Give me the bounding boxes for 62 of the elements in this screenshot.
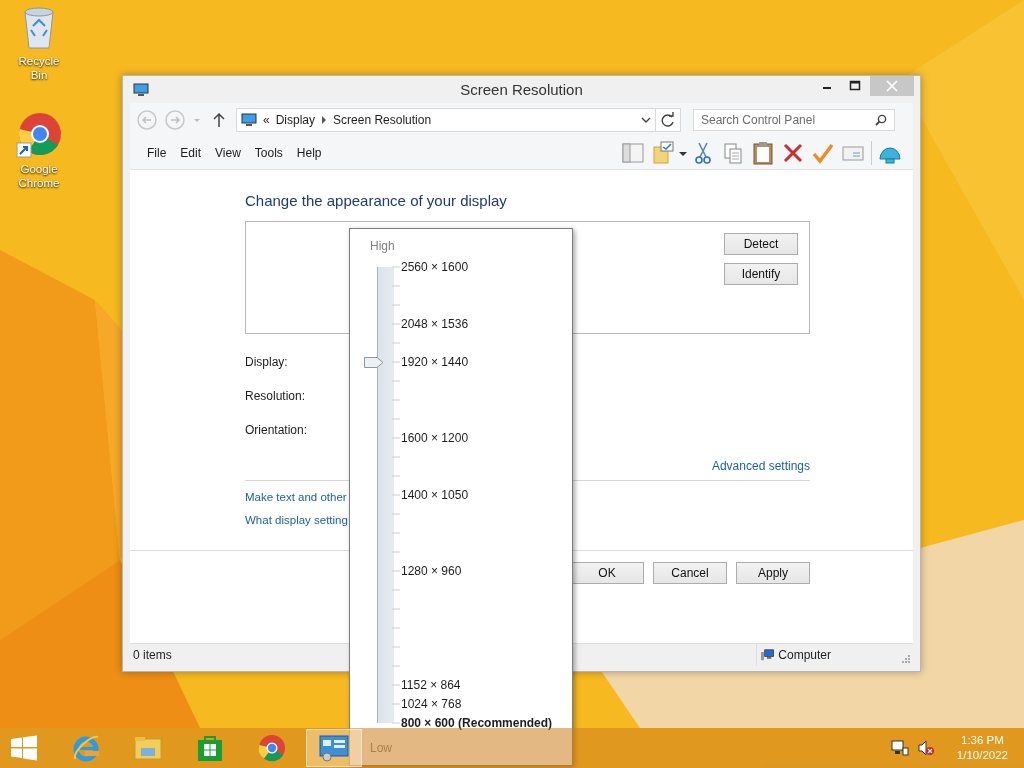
field-label: Display: <box>245 355 288 369</box>
layout-icon[interactable] <box>621 141 645 165</box>
refresh-button[interactable] <box>656 108 681 132</box>
menu-item[interactable]: File <box>140 146 174 160</box>
network-icon[interactable] <box>890 739 909 757</box>
dialog-button[interactable]: Cancel <box>653 562 727 584</box>
computer-icon <box>761 647 775 663</box>
breadcrumb-item[interactable]: Screen Resolution <box>333 113 432 127</box>
dialog-button[interactable]: Identify <box>724 263 798 285</box>
window-title: Screen Resolution <box>460 81 583 98</box>
windows-logo-icon[interactable] <box>10 734 38 762</box>
resolution-option[interactable]: 1152 × 864 <box>401 678 461 692</box>
dialog-button[interactable]: Apply <box>736 562 810 584</box>
resolution-option[interactable]: 1024 × 768 <box>401 697 462 711</box>
menu-item[interactable]: Edit <box>173 146 209 160</box>
volume-icon[interactable] <box>916 739 935 757</box>
checkmark-icon[interactable] <box>811 141 835 165</box>
dialog-button[interactable]: Detect <box>724 233 798 255</box>
address-bar[interactable]: « Display Screen Resolution <box>236 108 656 132</box>
chevron-down-icon[interactable] <box>641 116 651 124</box>
resolution-option[interactable]: 1920 × 1440 <box>401 355 469 369</box>
advanced-settings-link[interactable]: Advanced settings <box>711 459 810 473</box>
item-count: 0 items <box>133 648 172 662</box>
help-link[interactable]: What display setting <box>245 514 348 526</box>
low-label: Low <box>370 741 393 755</box>
resolution-option[interactable]: 1280 × 960 <box>401 564 462 578</box>
chrome-icon <box>257 733 287 763</box>
shopping-bag-icon <box>195 733 225 763</box>
recycle-bin-icon[interactable] <box>21 6 57 50</box>
chrome-icon[interactable] <box>16 112 62 158</box>
breadcrumb-item[interactable]: Display <box>275 113 316 127</box>
up-button[interactable] <box>212 112 226 128</box>
field-label: Resolution: <box>245 389 306 403</box>
copy-icon[interactable] <box>721 141 745 165</box>
breadcrumb-arrow-icon[interactable] <box>321 116 328 124</box>
resolution-option[interactable]: 800 × 600 (Recommended) <box>401 716 553 730</box>
resolution-option[interactable]: 1600 × 1200 <box>401 431 469 445</box>
taskbar-button[interactable] <box>306 729 362 767</box>
resolution-option[interactable]: 2560 × 1600 <box>401 260 469 274</box>
slider-thumb[interactable] <box>364 357 384 368</box>
delete-icon[interactable] <box>781 141 805 165</box>
clipboard-icon[interactable] <box>751 141 775 165</box>
search-icon <box>875 114 887 126</box>
dialog-button[interactable]: OK <box>570 562 644 584</box>
resolution-option[interactable]: 2048 × 1536 <box>401 317 469 331</box>
menu-item[interactable]: Tools <box>247 146 290 160</box>
resolution-option[interactable]: 1400 × 1050 <box>401 488 469 502</box>
menu-item[interactable]: View <box>208 146 248 160</box>
forward-button[interactable] <box>164 109 186 131</box>
browser-e-icon <box>71 733 101 763</box>
high-label: High <box>370 239 396 253</box>
zone-label: Computer <box>778 648 831 662</box>
help-link[interactable]: Make text and other <box>245 491 347 503</box>
overflow-chevron[interactable]: « <box>263 113 270 127</box>
back-button[interactable] <box>136 109 158 131</box>
page-heading: Change the appearance of your display <box>245 192 508 209</box>
menu-item[interactable]: Help <box>289 146 329 160</box>
monitor-icon <box>133 82 149 97</box>
resize-grip-icon[interactable] <box>901 654 911 664</box>
field-label: Orientation: <box>245 423 308 437</box>
search-field[interactable]: Search Control Panel <box>693 109 895 131</box>
monitor-icon <box>241 113 257 127</box>
